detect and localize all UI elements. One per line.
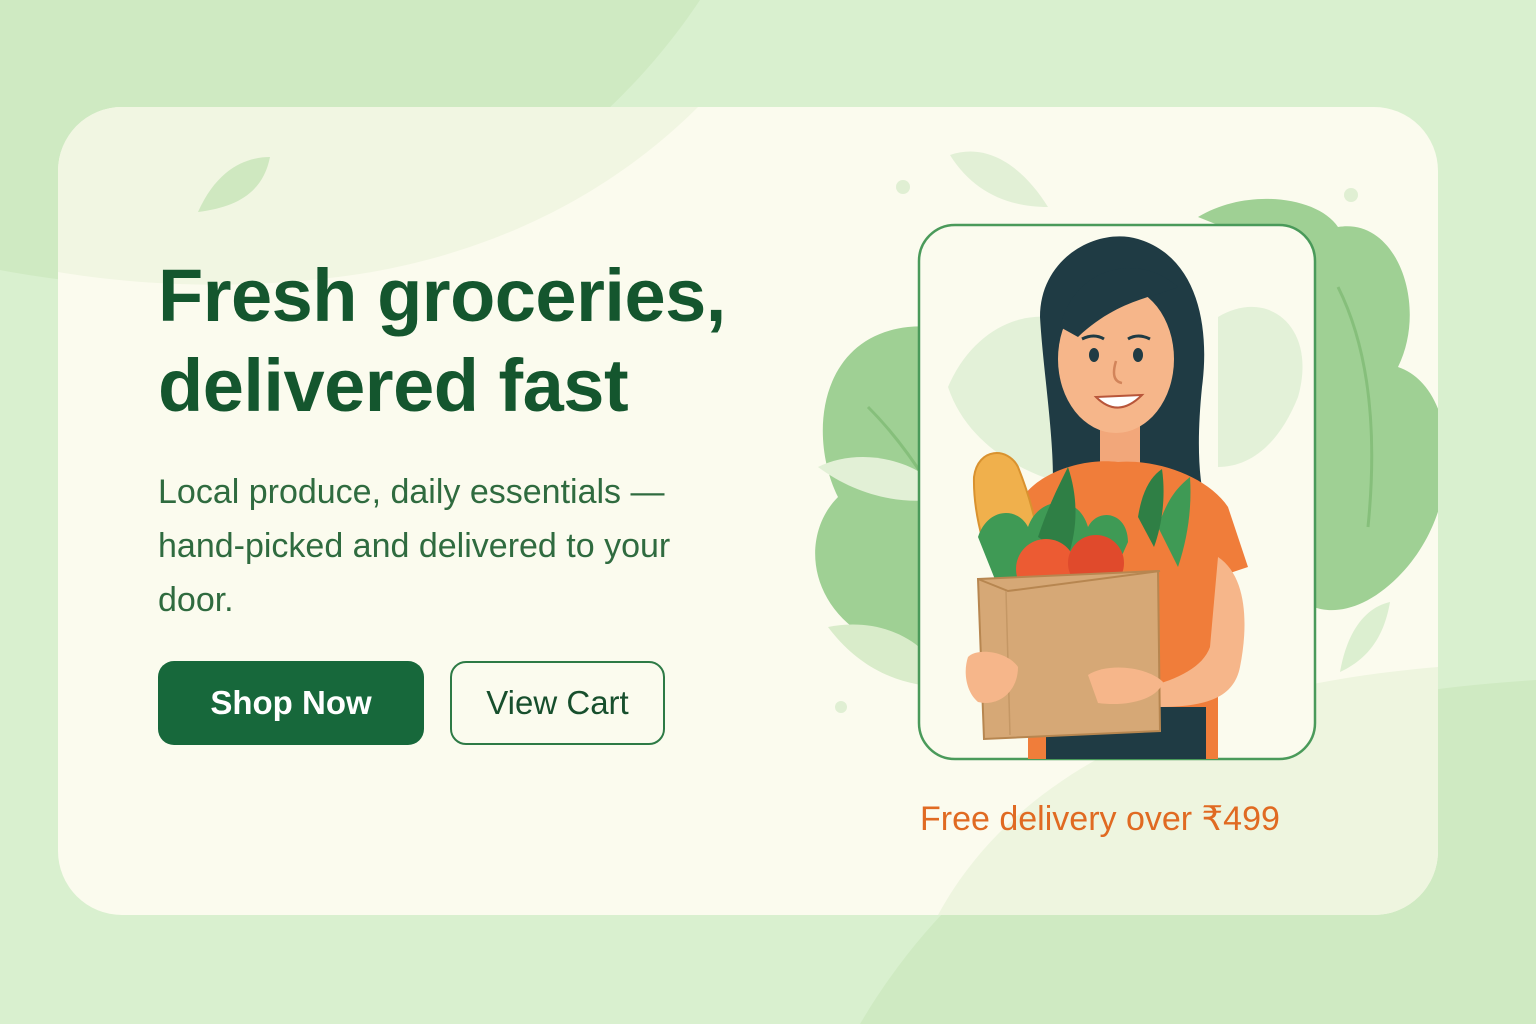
- hero-card: Fresh groceries, delivered fast Local pr…: [58, 107, 1438, 915]
- view-cart-button[interactable]: View Cart: [450, 661, 665, 745]
- shop-now-button[interactable]: Shop Now: [158, 661, 424, 745]
- hero-headline: Fresh groceries, delivered fast: [158, 251, 858, 431]
- headline-line-1: Fresh groceries,: [158, 254, 726, 337]
- grocery-bag-icon: [976, 569, 1162, 741]
- hero-subtext: Local produce, daily essentials — hand-p…: [158, 473, 671, 619]
- free-delivery-text: Free delivery over ₹499: [920, 800, 1280, 838]
- hero-illustration: [815, 198, 1438, 761]
- headline-line-2: delivered fast: [158, 344, 629, 427]
